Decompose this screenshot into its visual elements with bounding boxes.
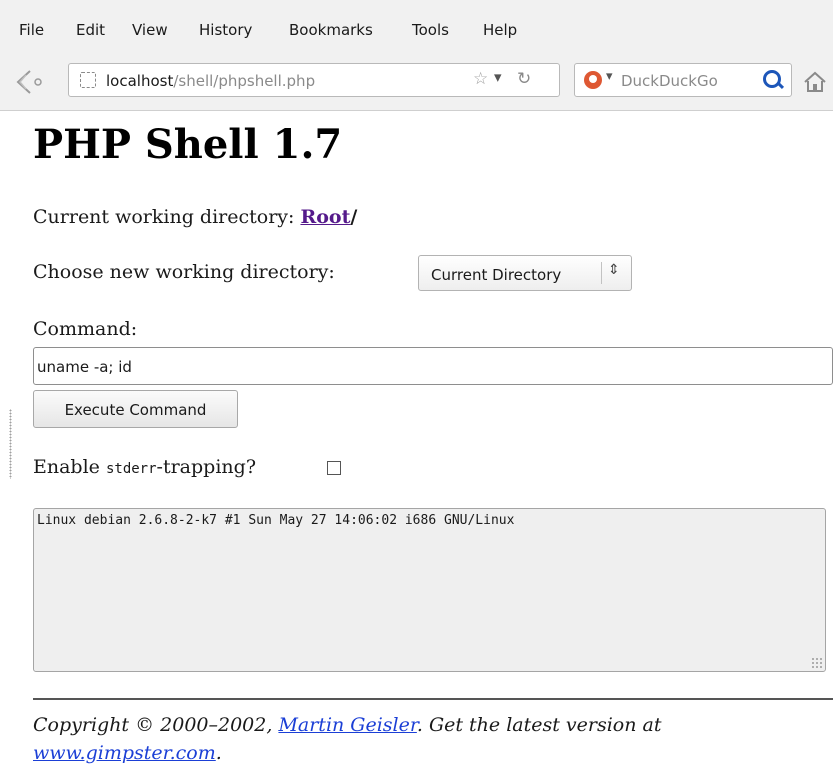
menu-edit[interactable]: Edit [76, 21, 105, 39]
execute-command-label: Execute Command [64, 401, 207, 419]
url-host: localhost [106, 72, 174, 90]
url-text: localhost/shell/phpshell.php [106, 72, 315, 90]
directory-select-value: Current Directory [431, 266, 562, 284]
command-input[interactable]: uname -a; id [33, 347, 833, 385]
back-button[interactable] [14, 67, 54, 97]
textarea-resize-icon[interactable] [811, 657, 823, 669]
menu-file[interactable]: File [19, 21, 44, 39]
search-icon[interactable] [763, 70, 781, 88]
back-icon [16, 70, 42, 94]
output-text: Linux debian 2.6.8-2-k7 #1 Sun May 27 14… [37, 513, 515, 528]
url-dropdown-icon[interactable]: ▾ [494, 68, 502, 86]
sidebar-resize-grip[interactable] [9, 409, 12, 479]
command-input-value: uname -a; id [37, 358, 132, 376]
site-identity-icon[interactable] [80, 72, 96, 88]
footer-divider [33, 698, 833, 700]
command-label: Command: [33, 318, 138, 340]
select-arrows-icon: ⇕ [608, 262, 620, 278]
author-link[interactable]: Martin Geisler [278, 714, 416, 736]
home-button[interactable] [803, 70, 827, 94]
cwd-root-link[interactable]: Root [300, 206, 350, 228]
menu-bookmarks[interactable]: Bookmarks [289, 21, 373, 39]
menu-tools[interactable]: Tools [412, 21, 449, 39]
current-directory-line: Current working directory: Root/ [33, 206, 357, 228]
cwd-label: Current working directory: [33, 206, 301, 228]
stderr-prefix: Enable [33, 456, 106, 478]
footer: Copyright © 2000–2002, Martin Geisler. G… [33, 711, 823, 767]
directory-select[interactable]: Current Directory ⇕ [418, 255, 632, 291]
execute-command-button[interactable]: Execute Command [33, 390, 238, 428]
search-placeholder: DuckDuckGo [621, 72, 718, 90]
reload-icon[interactable]: ↻ [517, 69, 531, 89]
page-title: PHP Shell 1.7 [33, 121, 343, 168]
search-bar[interactable]: ▾ DuckDuckGo [574, 63, 792, 97]
footer-copyright: Copyright © 2000–2002, [33, 714, 279, 736]
url-bar[interactable]: localhost/shell/phpshell.php ☆ ▾ ↻ [68, 63, 560, 97]
website-link[interactable]: www.gimpster.com [33, 742, 216, 764]
menu-bar: File Edit View History Bookmarks Tools H… [0, 0, 833, 56]
home-icon [804, 71, 826, 92]
cwd-separator: / [350, 206, 358, 228]
menu-history[interactable]: History [199, 21, 252, 39]
select-divider [601, 262, 602, 284]
footer-middle: . Get the latest version at [416, 714, 662, 736]
output-textarea[interactable]: Linux debian 2.6.8-2-k7 #1 Sun May 27 14… [33, 508, 826, 672]
navigation-toolbar: localhost/shell/phpshell.php ☆ ▾ ↻ ▾ Duc… [0, 56, 833, 111]
choose-directory-label: Choose new working directory: [33, 261, 335, 283]
page-content: PHP Shell 1.7 Current working directory:… [0, 111, 833, 776]
menu-help[interactable]: Help [483, 21, 517, 39]
stderr-trapping-checkbox[interactable] [327, 461, 341, 475]
stderr-code: stderr [105, 461, 157, 477]
stderr-suffix: -trapping? [156, 456, 256, 478]
footer-end: . [215, 742, 222, 764]
bookmark-star-icon[interactable]: ☆ [473, 69, 488, 89]
duckduckgo-icon[interactable] [584, 71, 602, 89]
search-engine-dropdown-icon[interactable]: ▾ [606, 69, 613, 84]
url-path: /shell/phpshell.php [173, 72, 316, 90]
stderr-trapping-label: Enable stderr-trapping? [33, 456, 256, 478]
menu-view[interactable]: View [132, 21, 168, 39]
